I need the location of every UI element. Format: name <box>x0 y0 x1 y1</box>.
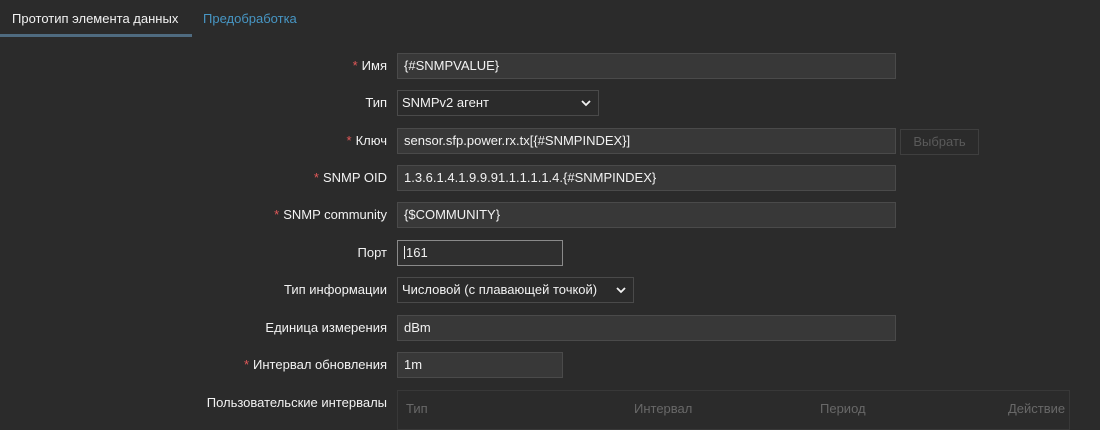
type-select[interactable]: SNMPv2 агент <box>397 90 599 116</box>
info-type-select[interactable]: Числовой (с плавающей точкой) <box>397 277 634 303</box>
name-input[interactable]: {#SNMPVALUE} <box>397 53 896 79</box>
type-row: Тип SNMPv2 агент <box>0 90 1100 118</box>
key-label: * Ключ <box>346 133 387 148</box>
required-marker: * <box>346 133 352 148</box>
snmp-community-row: * SNMP community {$COMMUNITY} <box>0 202 1100 230</box>
required-marker: * <box>352 58 358 73</box>
snmp-oid-row: * SNMP OID 1.3.6.1.4.1.9.9.91.1.1.1.1.4.{… <box>0 165 1100 193</box>
text-cursor <box>404 246 405 259</box>
info-type-select-value: Числовой (с плавающей точкой) <box>402 282 598 297</box>
tab-item-prototype[interactable]: Прототип элемента данных <box>0 0 192 37</box>
port-value: 161 <box>406 245 428 260</box>
info-type-label: Тип информации <box>283 282 387 297</box>
interval-row: * Интервал обновления 1m <box>0 352 1100 380</box>
custom-intervals-table: Тип Интервал Период Действие <box>397 390 1070 430</box>
custom-intervals-row: Пользовательские интервалы Тип Интервал … <box>0 390 1100 430</box>
units-input[interactable]: dBm <box>397 315 896 341</box>
type-select-value: SNMPv2 агент <box>402 95 489 110</box>
type-label: Тип <box>365 95 387 110</box>
units-row: Единица измерения dBm <box>0 315 1100 343</box>
chevron-down-icon <box>616 287 626 294</box>
select-key-button[interactable]: Выбрать <box>900 129 979 155</box>
chevron-down-icon <box>581 100 591 107</box>
snmp-oid-input[interactable]: 1.3.6.1.4.1.9.9.91.1.1.1.1.4.{#SNMPINDEX… <box>397 165 896 191</box>
port-row: Порт 161 <box>0 240 1100 268</box>
column-header-interval: Интервал <box>634 401 693 416</box>
info-type-row: Тип информации Числовой (с плавающей точ… <box>0 277 1100 305</box>
column-header-type: Тип <box>406 401 428 416</box>
name-row: * Имя {#SNMPVALUE} <box>0 53 1100 81</box>
name-label: * Имя <box>352 58 387 73</box>
key-row: * Ключ sensor.sfp.power.rx.tx[{#SNMPINDEX… <box>0 128 1100 156</box>
required-marker: * <box>313 170 319 185</box>
interval-label: * Интервал обновления <box>243 357 387 372</box>
snmp-community-label: * SNMP community <box>274 207 387 222</box>
port-label: Порт <box>357 245 387 260</box>
tab-bar: Прототип элемента данных Предобработка <box>0 0 1100 38</box>
interval-input[interactable]: 1m <box>397 352 563 378</box>
column-header-action: Действие <box>1008 401 1066 416</box>
column-header-period: Период <box>820 401 866 416</box>
required-marker: * <box>274 207 280 222</box>
tab-preprocessing[interactable]: Предобработка <box>203 0 297 37</box>
port-input[interactable]: 161 <box>397 240 563 266</box>
key-input[interactable]: sensor.sfp.power.rx.tx[{#SNMPINDEX}] <box>397 128 896 154</box>
custom-intervals-label: Пользовательские интервалы <box>206 395 387 410</box>
snmp-oid-label: * SNMP OID <box>313 170 387 185</box>
required-marker: * <box>243 357 250 372</box>
item-prototype-form: * Имя {#SNMPVALUE} Тип SNMPv2 агент * Ключ… <box>0 37 1100 430</box>
units-label: Единица измерения <box>265 320 387 335</box>
snmp-community-input[interactable]: {$COMMUNITY} <box>397 202 896 228</box>
